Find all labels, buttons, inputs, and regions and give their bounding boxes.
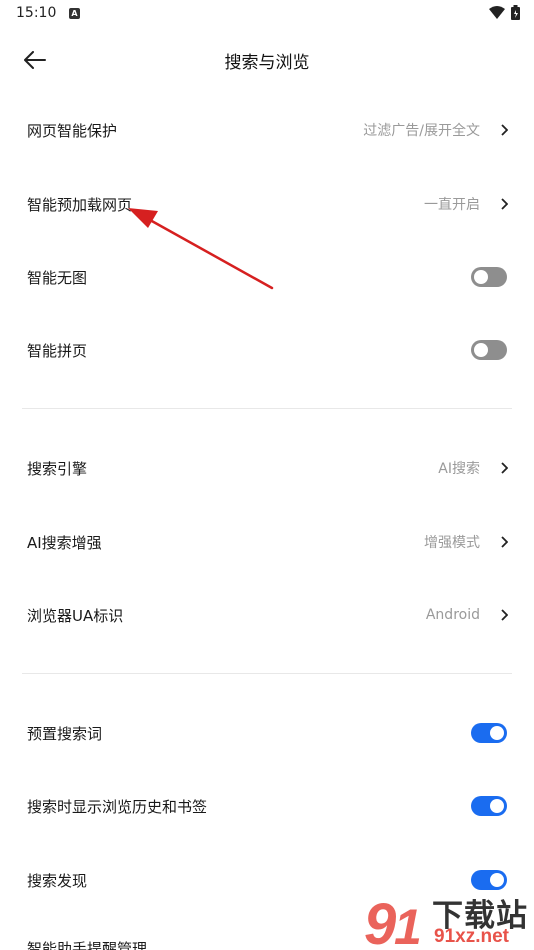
no-image-toggle[interactable] <box>471 267 507 287</box>
status-icons <box>489 5 520 20</box>
setting-browser-ua[interactable]: 浏览器UA标识 Android <box>0 591 534 639</box>
setting-value: 增强模式 <box>424 535 480 551</box>
wifi-icon <box>489 6 505 19</box>
chevron-right-icon <box>498 123 510 137</box>
setting-value: 一直开启 <box>424 197 480 213</box>
watermark-domain: 91xz.net <box>434 926 509 947</box>
battery-icon <box>511 5 520 20</box>
svg-text:1: 1 <box>394 899 422 950</box>
toggle-knob <box>490 726 504 740</box>
toggle-knob <box>490 799 504 813</box>
setting-label: 网页智能保护 <box>27 121 118 140</box>
section-divider <box>22 408 512 409</box>
watermark-logo: 9 1 下载站 91xz.net <box>362 888 534 950</box>
setting-smart-no-image: 智能无图 <box>0 253 534 301</box>
setting-label: 搜索引擎 <box>27 459 88 478</box>
setting-label: 搜索时显示浏览历史和书签 <box>27 797 208 816</box>
page-title: 搜索与浏览 <box>224 53 310 73</box>
status-bar: 15:10 A <box>0 0 534 30</box>
search-discover-toggle[interactable] <box>471 870 507 890</box>
chevron-right-icon <box>498 461 510 475</box>
setting-ai-search-enhance[interactable]: AI搜索增强 增强模式 <box>0 518 534 566</box>
setting-web-protection[interactable]: 网页智能保护 过滤广告/展开全文 <box>0 106 534 154</box>
setting-label: 智能助手提醒管理 <box>27 940 148 950</box>
setting-label: 智能预加载网页 <box>27 195 133 214</box>
toggle-knob <box>474 343 488 357</box>
setting-smart-preload[interactable]: 智能预加载网页 一直开启 <box>0 180 534 228</box>
setting-value: Android <box>425 607 480 623</box>
setting-label: 智能无图 <box>27 268 88 287</box>
chevron-right-icon <box>498 197 510 211</box>
status-time: 15:10 <box>16 5 57 21</box>
setting-preset-search-words: 预置搜索词 <box>0 709 534 757</box>
setting-label: 浏览器UA标识 <box>27 606 124 625</box>
setting-show-history-bookmarks: 搜索时显示浏览历史和书签 <box>0 782 534 830</box>
toggle-knob <box>490 873 504 887</box>
svg-text:9: 9 <box>364 892 396 950</box>
notification-a-icon: A <box>69 8 80 19</box>
setting-search-engine[interactable]: 搜索引擎 AI搜索 <box>0 444 534 492</box>
setting-value: AI搜索 <box>438 461 480 477</box>
setting-value: 过滤广告/展开全文 <box>363 123 480 139</box>
setting-label: AI搜索增强 <box>27 533 102 552</box>
preset-words-toggle[interactable] <box>471 723 507 743</box>
chevron-right-icon <box>498 608 510 622</box>
setting-smart-page-merge: 智能拼页 <box>0 326 534 374</box>
show-history-toggle[interactable] <box>471 796 507 816</box>
page-merge-toggle[interactable] <box>471 340 507 360</box>
setting-label: 预置搜索词 <box>27 724 103 743</box>
section-divider <box>22 673 512 674</box>
setting-label: 智能拼页 <box>27 341 88 360</box>
chevron-right-icon <box>498 535 510 549</box>
toggle-knob <box>474 270 488 284</box>
setting-label: 搜索发现 <box>27 871 88 890</box>
app-bar: 搜索与浏览 <box>0 36 534 84</box>
